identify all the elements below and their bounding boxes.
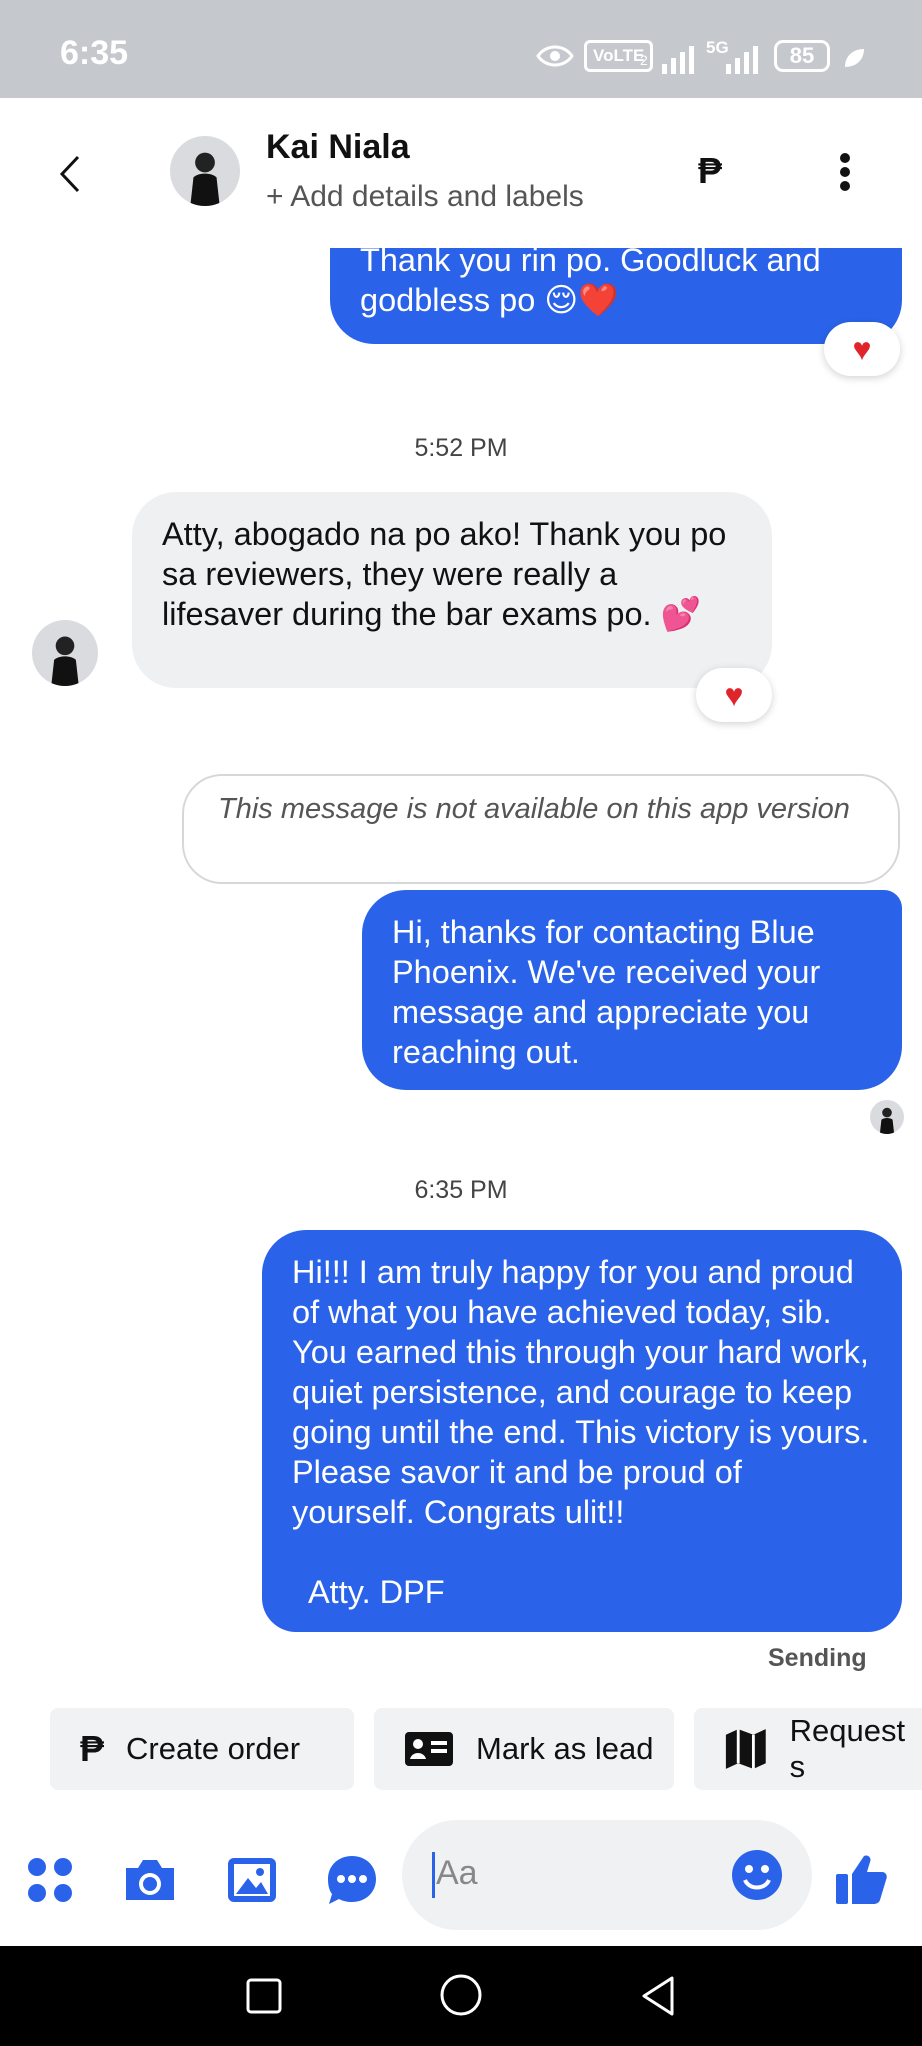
create-order-label: Create order	[126, 1731, 301, 1766]
outgoing-message-3-signature: Atty. DPF	[308, 1574, 445, 1610]
unavailable-message-notice: This message is not available on this ap…	[182, 774, 900, 884]
leaf-icon	[845, 49, 864, 67]
create-order-button[interactable]: ₱ Create order	[50, 1708, 354, 1790]
outgoing-message-2-text: Hi, thanks for contacting Blue Phoenix. …	[392, 914, 821, 1070]
contact-name[interactable]: Kai Niala	[266, 128, 410, 167]
peso-icon[interactable]: ₱	[698, 150, 722, 192]
signal-icon-2	[726, 46, 758, 74]
add-details-link[interactable]: + Add details and labels	[266, 180, 584, 214]
eye-icon	[536, 45, 574, 67]
sending-status: Sending	[768, 1644, 867, 1672]
mark-as-lead-button[interactable]: Mark as lead	[374, 1708, 674, 1790]
heart-reaction-2[interactable]: ♥	[696, 668, 772, 722]
system-navigation-bar	[0, 1946, 922, 2046]
map-icon	[725, 1729, 766, 1769]
read-receipt-avatar	[870, 1100, 904, 1134]
peso-icon: ₱	[80, 1728, 105, 1769]
timestamp-1: 5:52 PM	[414, 434, 508, 462]
chat-bubble-icon[interactable]	[326, 1854, 378, 1906]
person-silhouette	[879, 1108, 895, 1134]
text-cursor	[432, 1852, 435, 1898]
back-icon[interactable]	[638, 1974, 678, 2018]
person-silhouette	[190, 153, 220, 206]
emoji-icon[interactable]	[730, 1848, 784, 1902]
camera-icon[interactable]	[122, 1856, 178, 1904]
battery-indicator: 85	[774, 40, 830, 72]
heart-icon: ♥	[724, 676, 744, 713]
outgoing-message-2[interactable]: Hi, thanks for contacting Blue Phoenix. …	[362, 890, 902, 1090]
request-button[interactable]: Request s	[694, 1708, 922, 1790]
person-silhouette	[51, 636, 79, 686]
recents-icon[interactable]	[244, 1976, 284, 2016]
home-icon[interactable]	[438, 1972, 484, 2018]
sender-avatar[interactable]	[32, 620, 98, 686]
outgoing-message-3[interactable]: Hi!!! I am truly happy for you and proud…	[262, 1230, 902, 1632]
more-options-icon[interactable]	[838, 152, 852, 192]
gallery-icon[interactable]	[226, 1856, 278, 1904]
outgoing-message-1-text: Thank you rin po. Goodluck and godbless …	[360, 242, 821, 318]
mark-as-lead-label: Mark as lead	[476, 1731, 654, 1766]
contact-avatar[interactable]	[170, 136, 240, 206]
apps-grid-icon[interactable]	[26, 1856, 74, 1904]
status-time: 6:35	[60, 34, 129, 72]
incoming-message-1[interactable]: Atty, abogado na po ako! Thank you po sa…	[132, 492, 772, 688]
sim-2-label: 2	[640, 52, 648, 68]
message-input-placeholder: Aa	[436, 1854, 478, 1892]
heart-icon: ♥	[852, 330, 872, 367]
incoming-message-1-text: Atty, abogado na po ako! Thank you po sa…	[162, 516, 727, 632]
back-arrow-icon[interactable]	[58, 154, 82, 194]
heart-reaction-1[interactable]: ♥	[824, 322, 900, 376]
thumbs-up-icon[interactable]	[834, 1852, 888, 1906]
contact-card-icon	[405, 1732, 453, 1766]
signal-icon	[662, 46, 694, 74]
status-bar: 6:35 VoLTE 2 5G 85	[0, 0, 922, 98]
timestamp-2: 6:35 PM	[414, 1176, 508, 1204]
message-input[interactable]: Aa	[402, 1820, 812, 1930]
conversation-header: Kai Niala + Add details and labels ₱	[0, 98, 922, 248]
request-label: Request s	[789, 1713, 906, 1784]
outgoing-message-1[interactable]: Thank you rin po. Goodluck and godbless …	[330, 242, 902, 344]
outgoing-message-3-text: Hi!!! I am truly happy for you and proud…	[292, 1254, 870, 1530]
